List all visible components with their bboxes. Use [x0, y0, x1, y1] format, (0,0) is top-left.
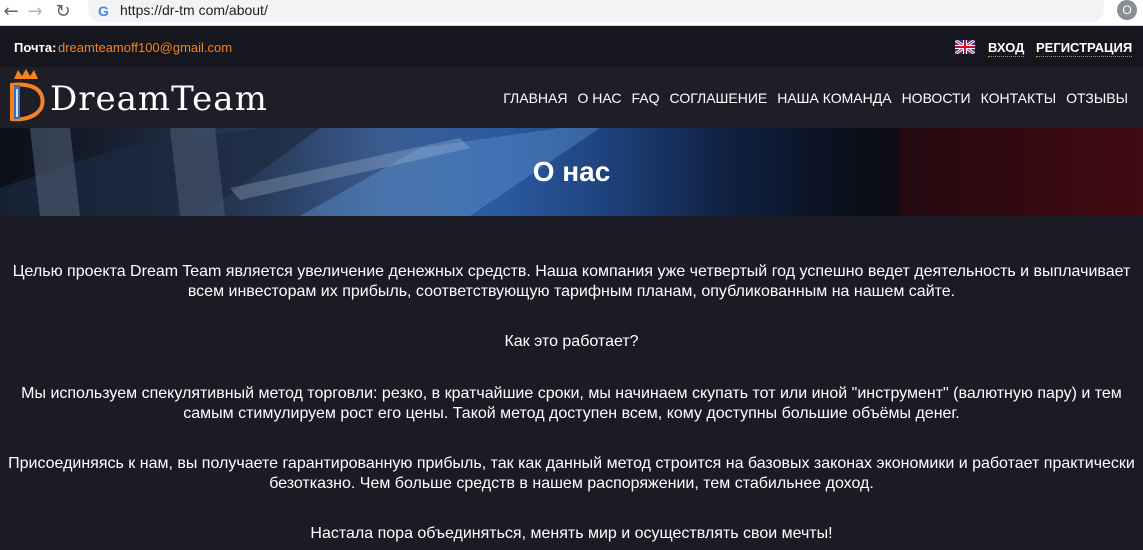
logo-text: DreamTeam — [50, 79, 268, 119]
about-content: Целью проекта Dream Team является увелич… — [0, 216, 1143, 550]
nav-item-about[interactable]: О НАС — [577, 90, 621, 106]
nav-item-news[interactable]: НОВОСТИ — [902, 90, 971, 106]
nav-item-contacts[interactable]: КОНТАКТЫ — [981, 90, 1057, 106]
intro-paragraph: Целью проекта Dream Team является увелич… — [12, 263, 1131, 300]
nav-item-home[interactable]: ГЛАВНАЯ — [503, 90, 567, 106]
nav-item-reviews[interactable]: ОТЗЫВЫ — [1066, 90, 1128, 106]
browser-toolbar: ← → ↻ G https://dr-tm com/about/ O — [0, 0, 1143, 26]
google-icon: G — [98, 3, 109, 19]
uk-flag-icon[interactable] — [955, 40, 975, 54]
arrow-left-icon[interactable]: ← — [0, 0, 22, 22]
login-link[interactable]: ВХОД — [988, 40, 1025, 57]
guarantee-paragraph: Присоединяясь к нам, вы получаете гарант… — [8, 455, 1135, 492]
site-header: DreamTeam ГЛАВНАЯ О НАС FAQ СОГЛАШЕНИЕ Н… — [0, 67, 1143, 128]
arrow-right-icon[interactable]: → — [24, 0, 46, 22]
top-info-bar: Почта: dreamteamoff100@gmail.com ВХОД РЕ… — [0, 26, 1143, 67]
crown-icon — [10, 69, 45, 122]
nav-item-team[interactable]: НАША КОМАНДА — [777, 90, 891, 106]
mail-link[interactable]: dreamteamoff100@gmail.com — [58, 40, 232, 55]
hero-banner: О нас — [0, 128, 1143, 216]
profile-avatar[interactable]: O — [1117, 0, 1137, 20]
site-logo[interactable]: DreamTeam — [8, 67, 267, 125]
nav-item-faq[interactable]: FAQ — [632, 90, 660, 106]
register-link[interactable]: РЕГИСТРАЦИЯ — [1036, 40, 1133, 57]
closing-paragraph: Настала пора объединяться, менять мир и … — [310, 525, 833, 542]
main-nav: ГЛАВНАЯ О НАС FAQ СОГЛАШЕНИЕ НАША КОМАНД… — [493, 90, 1128, 106]
how-it-works-heading: Как это работает? — [504, 333, 639, 350]
url-text[interactable]: https://dr-tm com/about/ — [120, 2, 268, 18]
method-paragraph: Мы используем спекулятивный метод торгов… — [21, 385, 1122, 422]
nav-item-agreement[interactable]: СОГЛАШЕНИЕ — [670, 90, 768, 106]
reload-icon[interactable]: ↻ — [52, 0, 74, 22]
address-bar[interactable]: G https://dr-tm com/about/ — [88, 0, 1104, 22]
mail-label: Почта: — [14, 40, 57, 55]
page-title: О нас — [532, 156, 611, 187]
